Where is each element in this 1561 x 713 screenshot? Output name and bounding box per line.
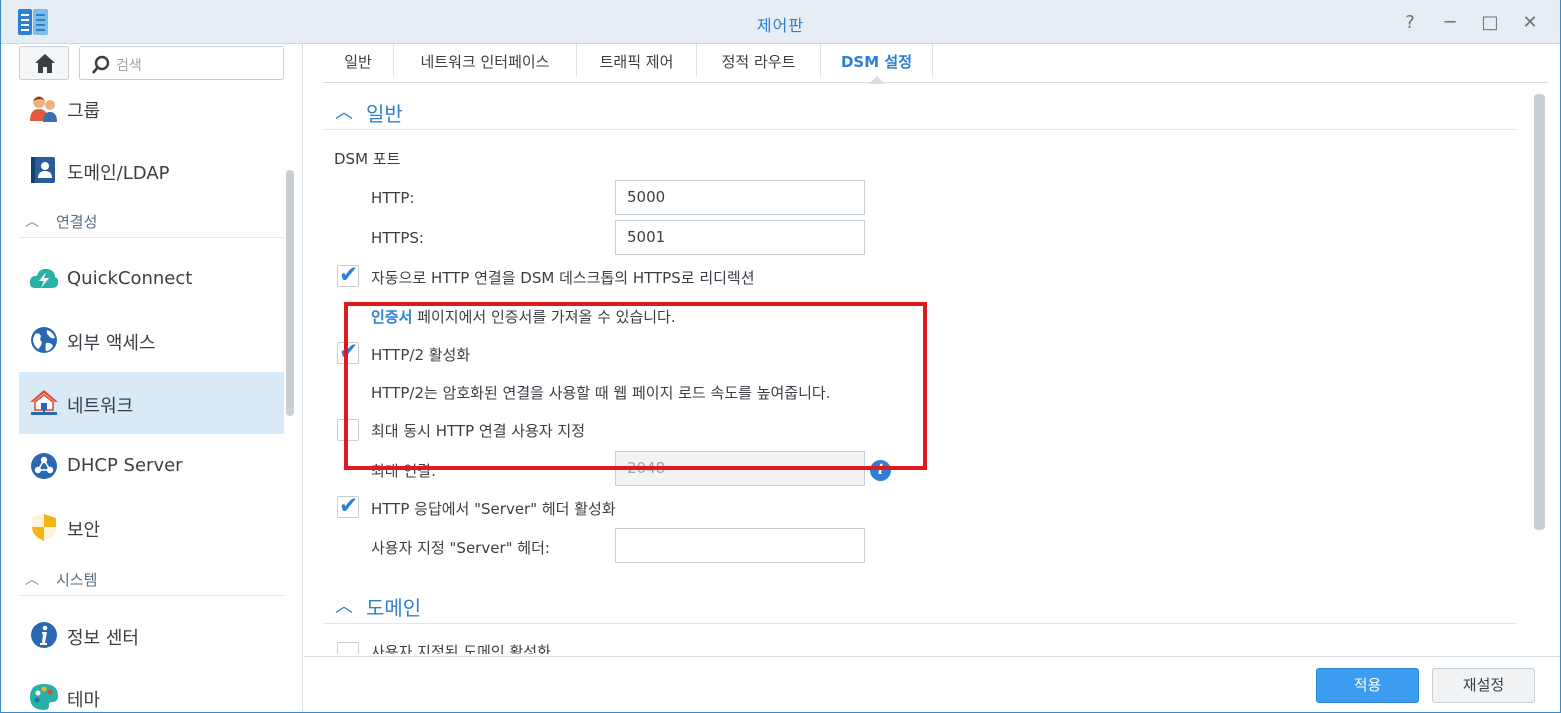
section-header-domain[interactable]: ︿ 도메인 — [323, 588, 1517, 624]
custom-server-header-input[interactable] — [615, 528, 865, 563]
sidebar-item-group[interactable]: 그룹 — [19, 77, 284, 139]
tab-network-interface[interactable]: 네트워크 인터페이스 — [394, 44, 577, 77]
custom-domain-label: 사용자 지정된 도메인 활성화 — [371, 643, 551, 654]
minimize-icon[interactable]: ─ — [1439, 12, 1461, 34]
footer-bar: 적용 재설정 — [304, 656, 1560, 712]
chevron-up-icon: ︿ — [25, 214, 39, 230]
sidebar-item-label: 그룹 — [67, 101, 101, 122]
certificate-note-text: 페이지에서 인증서를 가져올 수 있습니다. — [412, 308, 676, 326]
sidebar-section-label: 연결성 — [56, 213, 98, 231]
http2-checkbox[interactable]: ✔ — [337, 339, 359, 365]
search-placeholder: 검색 — [116, 58, 142, 74]
sidebar-scrollbar[interactable] — [286, 170, 294, 416]
server-header-label: HTTP 응답에서 "Server" 헤더 활성화 — [371, 500, 616, 518]
redirect-https-checkbox[interactable]: ✔ — [337, 262, 359, 288]
custom-domain-checkbox[interactable] — [337, 642, 359, 654]
sidebar-item-label: 네트워크 — [67, 396, 134, 417]
certificate-link[interactable]: 인증서 — [371, 308, 412, 326]
sidebar-item-label: 외부 액세스 — [67, 333, 156, 354]
content-scrollbar[interactable] — [1534, 94, 1545, 530]
sidebar-item-external-access[interactable]: 외부 액세스 — [19, 309, 284, 371]
sidebar-item-info-center[interactable]: 정보 센터 — [19, 604, 284, 666]
external-access-icon — [31, 327, 57, 353]
sidebar-item-label: 정보 센터 — [67, 628, 139, 649]
network-icon — [30, 390, 58, 415]
home-icon — [35, 54, 55, 73]
shield-icon — [32, 514, 56, 541]
sidebar-item-theme[interactable]: 테마 — [19, 666, 284, 712]
sidebar-item-label: 테마 — [67, 690, 101, 711]
tab-general[interactable]: 일반 — [323, 44, 394, 77]
sidebar-item-label: DHCP Server — [67, 455, 183, 476]
http-port-input[interactable]: 5000 — [615, 180, 865, 215]
sidebar-section-connectivity[interactable]: ︿ 연결성 — [19, 208, 284, 238]
checkmark-icon: ✔ — [339, 493, 359, 519]
sidebar-item-label: QuickConnect — [67, 268, 193, 289]
sidebar-item-label: 도메인/LDAP — [67, 163, 170, 184]
max-connections-label: 최대 연결: — [371, 462, 437, 480]
section-title: 일반 — [366, 102, 403, 126]
chevron-up-icon: ︿ — [25, 572, 39, 588]
main-content: 일반 네트워크 인터페이스 트래픽 제어 정적 라우트 DSM 설정 ︿ 일반 … — [304, 44, 1560, 712]
group-icon — [30, 96, 57, 122]
chevron-up-icon: ︿ — [335, 596, 353, 617]
max-connections-custom-label: 최대 동시 HTTP 연결 사용자 지정 — [371, 422, 586, 440]
domain-ldap-icon — [31, 157, 55, 183]
section-title: 도메인 — [366, 596, 422, 620]
dhcp-server-icon — [31, 453, 57, 479]
sidebar-item-network[interactable]: 네트워크 — [19, 372, 284, 434]
checkmark-icon: ✔ — [339, 262, 359, 288]
tab-dsm-settings[interactable]: DSM 설정 — [821, 44, 933, 77]
active-tab-pointer — [869, 76, 885, 84]
quickconnect-icon — [29, 268, 59, 288]
redirect-https-label: 자동으로 HTTP 연결을 DSM 데스크톱의 HTTPS로 리디렉션 — [371, 269, 755, 287]
palette-icon — [30, 684, 58, 710]
help-icon[interactable]: ? — [1399, 12, 1421, 34]
search-input[interactable]: 검색 — [79, 46, 284, 80]
sidebar-item-quickconnect[interactable]: QuickConnect — [19, 248, 284, 310]
maximize-icon[interactable]: □ — [1479, 12, 1501, 34]
sidebar-item-dhcp-server[interactable]: DHCP Server — [19, 435, 284, 497]
certificate-note: 인증서 페이지에서 인증서를 가져올 수 있습니다. — [371, 306, 676, 327]
chevron-up-icon: ︿ — [335, 102, 353, 123]
sidebar-item-domain-ldap[interactable]: 도메인/LDAP — [19, 139, 284, 201]
sidebar: 검색 그룹 도메인/LDAP ︿ 연결성 QuickConnect 외부 액세스… — [1, 44, 303, 712]
sidebar-section-label: 시스템 — [56, 571, 98, 589]
max-connections-input[interactable]: 2048 — [615, 451, 865, 486]
http2-label: HTTP/2 활성화 — [371, 346, 471, 364]
tab-bar: 일반 네트워크 인터페이스 트래픽 제어 정적 라우트 DSM 설정 — [323, 44, 1548, 84]
custom-server-header-label: 사용자 지정 "Server" 헤더: — [371, 539, 550, 557]
apply-button[interactable]: 적용 — [1316, 668, 1419, 703]
server-header-checkbox[interactable]: ✔ — [337, 493, 359, 519]
http2-note: HTTP/2는 암호화된 연결을 사용할 때 웹 페이지 로드 속도를 높여줍니… — [371, 384, 831, 402]
reset-button[interactable]: 재설정 — [1432, 668, 1535, 703]
section-header-general[interactable]: ︿ 일반 — [323, 94, 1517, 130]
http-port-label: HTTP: — [371, 189, 415, 207]
window-title: 제어판 — [756, 16, 805, 35]
info-icon[interactable]: i — [870, 460, 891, 481]
sidebar-item-label: 보안 — [67, 520, 101, 541]
sidebar-item-security[interactable]: 보안 — [19, 496, 284, 558]
control-panel-window: 제어판 ? ─ □ ✕ 검색 그룹 도메인/LDAP ︿ 연결성 QuickCo… — [0, 0, 1561, 713]
home-button[interactable] — [19, 46, 69, 80]
tab-static-route[interactable]: 정적 라우트 — [697, 44, 821, 77]
search-icon — [92, 55, 110, 74]
checkmark-icon: ✔ — [339, 339, 359, 365]
info-center-icon — [31, 622, 57, 648]
settings-scroll-area: ︿ 일반 DSM 포트 HTTP: 5000 HTTPS: 5001 ✔ 자동으… — [323, 94, 1548, 654]
dsm-port-label: DSM 포트 — [334, 150, 401, 168]
sidebar-section-system[interactable]: ︿ 시스템 — [19, 566, 284, 596]
tab-traffic-control[interactable]: 트래픽 제어 — [577, 44, 697, 77]
https-port-label: HTTPS: — [371, 229, 424, 247]
max-connections-checkbox[interactable] — [337, 419, 359, 441]
https-port-input[interactable]: 5001 — [615, 220, 865, 255]
title-bar: 제어판 ? ─ □ ✕ — [1, 0, 1560, 44]
close-icon[interactable]: ✕ — [1519, 12, 1541, 34]
